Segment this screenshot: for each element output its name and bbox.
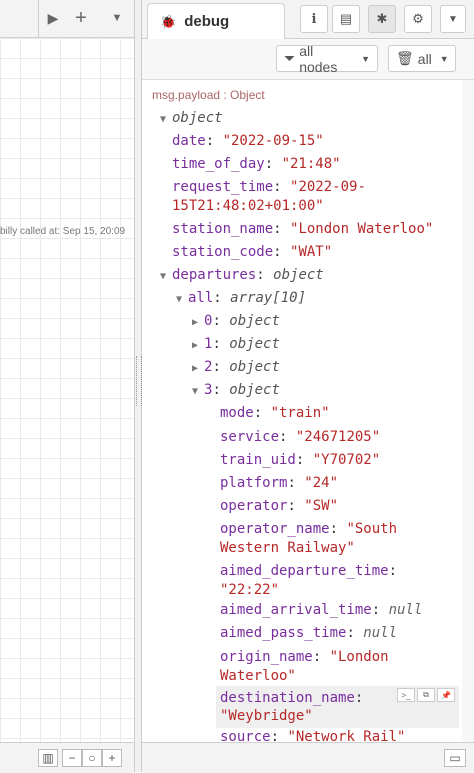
tree-prop-platform[interactable]: platform: "24" bbox=[220, 472, 338, 495]
info-button[interactable]: i bbox=[300, 5, 328, 33]
help-button[interactable]: ▤ bbox=[332, 5, 360, 33]
tree-prop-station-code[interactable]: station_code: "WAT" bbox=[172, 241, 332, 264]
expanded-arrow-icon: ▼ bbox=[160, 271, 167, 282]
tree-prop-operator[interactable]: operator: "SW" bbox=[220, 495, 338, 518]
trash-icon: 🗑 bbox=[396, 50, 414, 66]
info-icon: i bbox=[311, 11, 317, 27]
tree-prop-service[interactable]: service: "24671205" bbox=[220, 426, 380, 449]
tree-prop-departures[interactable]: ▼ departures: object bbox=[160, 264, 324, 288]
debug-messages: msg.payload : Object ▼ object date: "2022… bbox=[142, 80, 474, 742]
tree-item-3[interactable]: ▼ 3: object bbox=[192, 379, 280, 403]
tree-prop-aimed-pass-time[interactable]: aimed_pass_time: null bbox=[220, 622, 397, 645]
add-flow-button[interactable]: + bbox=[71, 6, 91, 30]
message-meta: msg.payload : Object bbox=[152, 88, 265, 102]
bug-icon: ✱ bbox=[376, 11, 388, 26]
panel-splitter[interactable] bbox=[134, 0, 142, 772]
settings-button[interactable]: ⚙ bbox=[404, 5, 432, 33]
tree-prop-station-name[interactable]: station_name: "London Waterloo" bbox=[172, 218, 433, 241]
sidebar-tabbar: 🐞 debug i ▤ ✱ ⚙ ▼ bbox=[142, 0, 474, 39]
debug-button[interactable]: ✱ bbox=[368, 5, 396, 33]
caret-down-icon: ▼ bbox=[448, 13, 458, 25]
workspace-tab-tools: ▶ + ▼ bbox=[38, 0, 135, 37]
tree-prop-request-time-cont: 15T21:48:02+01:00" bbox=[172, 198, 324, 214]
tree-prop-train-uid[interactable]: train_uid: "Y70702" bbox=[220, 449, 380, 472]
sidebar-footer: ▭ bbox=[142, 742, 474, 773]
flow-canvas[interactable] bbox=[0, 38, 134, 742]
chevron-down-icon: ▼ bbox=[439, 53, 449, 64]
collapsed-arrow-icon: ▶ bbox=[192, 363, 199, 374]
debug-sidebar: 🐞 debug i ▤ ✱ ⚙ ▼ ⏷ all nodes ▼ 🗑 all ▼ … bbox=[142, 0, 474, 773]
expanded-arrow-icon: ▼ bbox=[192, 386, 199, 397]
tree-prop-time-of-day[interactable]: time_of_day: "21:48" bbox=[172, 153, 341, 176]
tree-prop-aimed-arrival-time[interactable]: aimed_arrival_time: null bbox=[220, 599, 422, 622]
collapsed-arrow-icon: ▶ bbox=[192, 340, 199, 351]
book-icon: ▤ bbox=[339, 11, 353, 26]
monitor-icon[interactable]: ▭ bbox=[444, 749, 466, 767]
map-icon[interactable]: ▥ bbox=[38, 749, 58, 767]
flow-menu-caret-icon[interactable]: ▼ bbox=[109, 6, 125, 30]
zoom-reset-button[interactable]: ○ bbox=[82, 749, 102, 767]
expanded-arrow-icon: ▼ bbox=[160, 114, 167, 125]
tree-prop-operator-name-cont: Western Railway" bbox=[220, 540, 355, 556]
sidebar-menu-button[interactable]: ▼ bbox=[440, 5, 466, 33]
zoom-out-button[interactable]: − bbox=[62, 749, 82, 767]
collapsed-arrow-icon: ▶ bbox=[192, 317, 199, 328]
tree-item-2[interactable]: ▶ 2: object bbox=[192, 356, 280, 380]
tree-prop-source[interactable]: source: "Network Rail" bbox=[220, 726, 405, 742]
clear-messages-dropdown[interactable]: 🗑 all ▼ bbox=[388, 45, 456, 72]
pin-icon[interactable]: 📌 bbox=[437, 688, 455, 702]
clear-label: all bbox=[417, 50, 432, 67]
tab-debug-label: debug bbox=[184, 13, 230, 30]
row-tools: >_ ⧉ 📌 bbox=[397, 688, 455, 702]
gear-icon: ⚙ bbox=[412, 11, 424, 26]
tree-prop-origin-name-cont: Waterloo" bbox=[220, 668, 296, 684]
tree-prop-destination-name-val: "Weybridge" bbox=[220, 708, 313, 724]
tree-prop-all[interactable]: ▼ all: array[10] bbox=[176, 287, 306, 311]
debug-filterbar: ⏷ all nodes ▼ 🗑 all ▼ bbox=[142, 39, 474, 80]
messages-scrollbar[interactable] bbox=[462, 80, 474, 742]
workspace: ▶ + ▼ billy called at: Sep 15, 20:09 ▥ −… bbox=[0, 0, 135, 773]
chevron-down-icon: ▼ bbox=[361, 53, 370, 64]
filter-nodes-label: all nodes bbox=[299, 42, 338, 75]
node-status-text: billy called at: Sep 15, 20:09 bbox=[0, 226, 126, 237]
copy-path-icon[interactable]: >_ bbox=[397, 688, 415, 702]
expanded-arrow-icon: ▼ bbox=[176, 294, 183, 305]
workspace-footer: ▥ − ○ + bbox=[0, 742, 134, 773]
play-icon[interactable]: ▶ bbox=[45, 6, 61, 30]
tree-item-1[interactable]: ▶ 1: object bbox=[192, 333, 280, 357]
tree-prop-date[interactable]: date: "2022-09-15" bbox=[172, 130, 324, 153]
tab-debug[interactable]: 🐞 debug bbox=[147, 3, 285, 39]
bug-icon: 🐞 bbox=[160, 13, 177, 29]
tree-item-0[interactable]: ▶ 0: object bbox=[192, 310, 280, 334]
tree-prop-mode[interactable]: mode: "train" bbox=[220, 402, 330, 425]
copy-value-icon[interactable]: ⧉ bbox=[417, 688, 435, 702]
zoom-in-button[interactable]: + bbox=[102, 749, 122, 767]
tree-root[interactable]: ▼ object bbox=[160, 107, 223, 131]
filter-nodes-dropdown[interactable]: ⏷ all nodes ▼ bbox=[276, 42, 378, 75]
filter-icon: ⏷ bbox=[284, 50, 296, 66]
